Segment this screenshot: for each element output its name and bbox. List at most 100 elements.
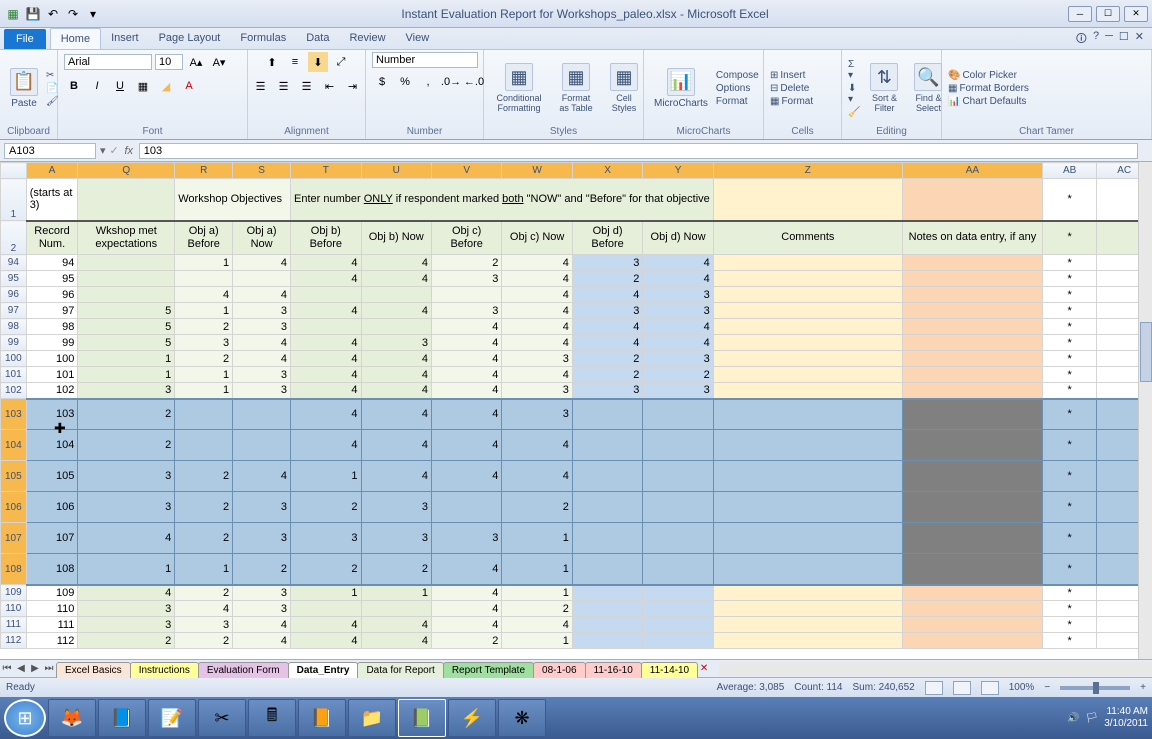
row-header-102[interactable]: 102 [1, 383, 27, 399]
row-header-110[interactable]: 110 [1, 601, 27, 617]
cell-Q104[interactable]: 2 [78, 430, 175, 461]
cell-AB102[interactable]: * [1042, 383, 1096, 399]
cell-S108[interactable]: 2 [233, 554, 291, 585]
cell-X111[interactable] [572, 617, 642, 633]
row-header-95[interactable]: 95 [1, 271, 27, 287]
cell-S104[interactable] [233, 430, 291, 461]
cell-Q94[interactable] [78, 255, 175, 271]
cell-R98[interactable]: 2 [175, 319, 233, 335]
cell-Q105[interactable]: 3 [78, 461, 175, 492]
font-size-select[interactable] [155, 54, 183, 70]
cell-AB106[interactable]: * [1042, 492, 1096, 523]
cell-AB98[interactable]: * [1042, 319, 1096, 335]
sheet-tab-instructions[interactable]: Instructions [130, 662, 199, 678]
cell-AA104[interactable] [902, 430, 1042, 461]
row-112[interactable]: 1121122244421* [1, 633, 1152, 649]
row-header-112[interactable]: 112 [1, 633, 27, 649]
cell-T96[interactable] [291, 287, 361, 303]
cell-U100[interactable]: 4 [361, 351, 431, 367]
clear-icon[interactable]: 🧹 [848, 107, 860, 118]
fx-icon[interactable]: fx [119, 145, 139, 157]
cell-T98[interactable] [291, 319, 361, 335]
cell-R107[interactable]: 2 [175, 523, 233, 554]
cell-X107[interactable] [572, 523, 642, 554]
cell-Z110[interactable] [713, 601, 902, 617]
row-header-94[interactable]: 94 [1, 255, 27, 271]
qat-more-icon[interactable]: ▾ [84, 5, 102, 23]
cell-V102[interactable]: 4 [431, 383, 501, 399]
cell-S107[interactable]: 3 [233, 523, 291, 554]
cell-Q106[interactable]: 3 [78, 492, 175, 523]
cell-Y110[interactable] [643, 601, 713, 617]
cell-X103[interactable] [572, 399, 642, 430]
cell-Z105[interactable] [713, 461, 902, 492]
row-header-98[interactable]: 98 [1, 319, 27, 335]
header-aa[interactable]: Notes on data entry, if any [902, 221, 1042, 255]
cell-Z103[interactable] [713, 399, 902, 430]
cell-Y106[interactable] [643, 492, 713, 523]
cell-AB99[interactable]: * [1042, 335, 1096, 351]
cell-Z95[interactable] [713, 271, 902, 287]
cell-W105[interactable]: 4 [502, 461, 572, 492]
col-header-S[interactable]: S [233, 163, 291, 179]
cell-AB108[interactable]: * [1042, 554, 1096, 585]
percent-icon[interactable]: % [395, 72, 415, 92]
cell-S110[interactable]: 3 [233, 601, 291, 617]
cell-W108[interactable]: 1 [502, 554, 572, 585]
close-button[interactable]: ✕ [1124, 6, 1148, 22]
cell-U95[interactable]: 4 [361, 271, 431, 287]
cell-S94[interactable]: 4 [233, 255, 291, 271]
cell-R111[interactable]: 3 [175, 617, 233, 633]
cell-Q112[interactable]: 2 [78, 633, 175, 649]
cell-V98[interactable]: 4 [431, 319, 501, 335]
cell-A104[interactable]: 104 [26, 430, 78, 461]
row-98[interactable]: 98985234444* [1, 319, 1152, 335]
cell-W103[interactable]: 3 [502, 399, 572, 430]
cell-AB100[interactable]: * [1042, 351, 1096, 367]
cell-T95[interactable]: 4 [291, 271, 361, 287]
mc-format-button[interactable]: Format [716, 96, 759, 107]
cell-AB112[interactable]: * [1042, 633, 1096, 649]
row-107[interactable]: 1071074233331* [1, 523, 1152, 554]
cell-V107[interactable]: 3 [431, 523, 501, 554]
cell-X112[interactable] [572, 633, 642, 649]
cell-R108[interactable]: 1 [175, 554, 233, 585]
cell-U99[interactable]: 3 [361, 335, 431, 351]
cell-R109[interactable]: 2 [175, 585, 233, 601]
help2-icon[interactable]: ? [1093, 30, 1099, 49]
cell-Q108[interactable]: 1 [78, 554, 175, 585]
cell-V110[interactable]: 4 [431, 601, 501, 617]
cell-U96[interactable] [361, 287, 431, 303]
col-header-U[interactable]: U [361, 163, 431, 179]
cell-A99[interactable]: 99 [26, 335, 78, 351]
cell-R96[interactable]: 4 [175, 287, 233, 303]
cell-A109[interactable]: 109 [26, 585, 78, 601]
cell-T103[interactable]: 4 [291, 399, 361, 430]
cell-Q110[interactable]: 3 [78, 601, 175, 617]
taskbar-snip-icon[interactable]: ✂ [198, 699, 246, 737]
cell-Y100[interactable]: 3 [643, 351, 713, 367]
row-header-111[interactable]: 111 [1, 617, 27, 633]
cell-X94[interactable]: 3 [572, 255, 642, 271]
cell-R102[interactable]: 1 [175, 383, 233, 399]
cell-Z102[interactable] [713, 383, 902, 399]
cell-Y104[interactable] [643, 430, 713, 461]
cell-T111[interactable]: 4 [291, 617, 361, 633]
dec-decimal-icon[interactable]: ←.0 [464, 72, 484, 92]
cell-Z100[interactable] [713, 351, 902, 367]
taskbar-firefox-icon[interactable]: 🦊 [48, 699, 96, 737]
cell-T112[interactable]: 4 [291, 633, 361, 649]
align-top-icon[interactable]: ⬆ [262, 52, 282, 72]
save-icon[interactable]: 💾 [24, 5, 42, 23]
cell-V95[interactable]: 3 [431, 271, 501, 287]
cell-AB96[interactable]: * [1042, 287, 1096, 303]
col-header-Q[interactable]: Q [78, 163, 175, 179]
indent-dec-icon[interactable]: ⇤ [320, 76, 340, 96]
comma-icon[interactable]: , [418, 72, 438, 92]
cell-V99[interactable]: 4 [431, 335, 501, 351]
cell-A103[interactable]: 103 [26, 399, 78, 430]
maximize-button[interactable]: ☐ [1096, 6, 1120, 22]
cell-U101[interactable]: 4 [361, 367, 431, 383]
fx-cancel-icon[interactable]: ✓ [110, 144, 119, 157]
cell-Q96[interactable] [78, 287, 175, 303]
